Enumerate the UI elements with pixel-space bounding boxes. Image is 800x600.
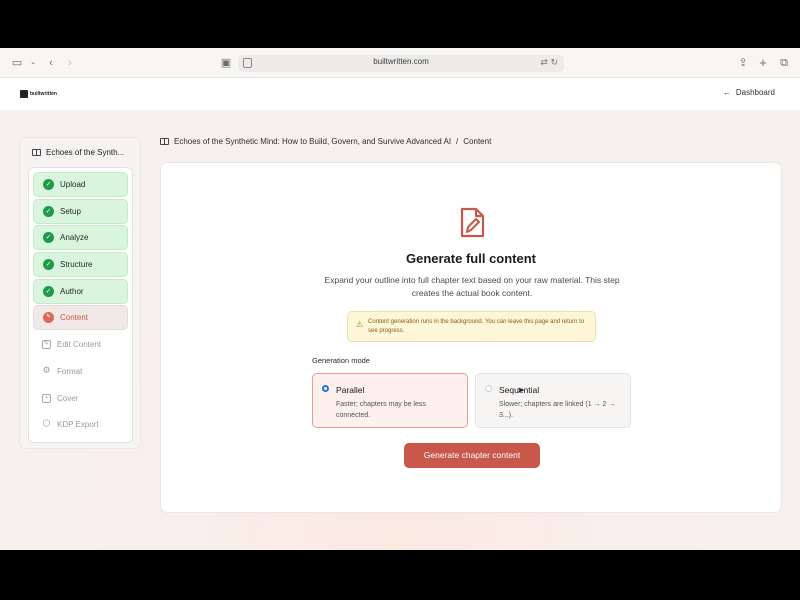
new-tab-icon[interactable]: + bbox=[756, 56, 770, 70]
forward-icon[interactable]: › bbox=[63, 56, 77, 70]
step-label: Analyze bbox=[60, 233, 89, 243]
breadcrumb-current: Content bbox=[463, 137, 492, 146]
step-upload[interactable]: ✓ Upload bbox=[33, 172, 128, 197]
book-icon bbox=[160, 138, 169, 145]
browser-window: ▭ ⌄ ‹ › ▣ builtwritten.com ⇄ ↻ ⇪ + ⧉ bui… bbox=[0, 48, 800, 550]
check-icon: ✓ bbox=[43, 179, 54, 190]
radio-selected[interactable] bbox=[322, 385, 329, 392]
step-analyze[interactable]: ✓ Analyze bbox=[33, 225, 128, 251]
url-text: builtwritten.com bbox=[373, 57, 429, 66]
package-icon: ⬡ bbox=[42, 418, 51, 429]
option-subtitle: Slower; chapters are linked (1 → 2 → 3..… bbox=[499, 401, 616, 419]
document-icon: ✎ bbox=[42, 340, 51, 350]
step-setup[interactable]: ✓ Setup bbox=[33, 198, 128, 224]
dashboard-link[interactable]: ← Dashboard bbox=[723, 88, 775, 97]
radio-unselected[interactable] bbox=[485, 385, 492, 392]
step-edit-content[interactable]: ✎ Edit Content bbox=[33, 332, 128, 357]
step-content[interactable]: ✎ Content bbox=[33, 305, 128, 331]
image-icon: ▪ bbox=[42, 393, 51, 403]
page-title: Generate full content bbox=[405, 251, 537, 266]
check-icon: ✓ bbox=[43, 285, 54, 297]
browser-toolbar: ▭ ⌄ ‹ › ▣ builtwritten.com ⇄ ↻ ⇪ + ⧉ bbox=[0, 48, 800, 78]
breadcrumb-book[interactable]: Echoes of the Synthetic Mind: How to Bui… bbox=[174, 137, 451, 146]
step-structure[interactable]: ✓ Structure bbox=[33, 252, 128, 278]
check-icon: ✓ bbox=[43, 205, 54, 217]
sidebar-book-title-text: Echoes of the Synth... bbox=[46, 148, 125, 157]
step-label: Format bbox=[57, 366, 83, 376]
step-label: Author bbox=[60, 286, 84, 296]
share-icon[interactable]: ⇪ bbox=[736, 56, 750, 70]
reader-icon[interactable]: ▣ bbox=[219, 56, 233, 70]
step-label: Content bbox=[60, 313, 89, 323]
app-header: builtwritten ← Dashboard bbox=[0, 79, 800, 110]
notice-text: Content generation runs in the backgroun… bbox=[368, 319, 585, 334]
arrow-left-icon: ← bbox=[722, 88, 731, 97]
check-icon: ✓ bbox=[43, 232, 54, 244]
mouse-cursor-icon: ➤ bbox=[517, 385, 525, 395]
book-sidebar: Echoes of the Synth... ✓ Upload ✓ Setup … bbox=[19, 137, 141, 449]
tabs-overview-icon[interactable]: ⧉ bbox=[777, 56, 791, 70]
reload-icon[interactable]: ⇄ ↻ bbox=[540, 57, 558, 68]
breadcrumb-separator: / bbox=[456, 137, 459, 146]
background-notice: ⚠ Content generation runs in the backgro… bbox=[347, 311, 596, 342]
mode-option-parallel[interactable]: Parallel Faster; chapters may be less co… bbox=[312, 373, 468, 428]
step-cover[interactable]: ▪ Cover bbox=[33, 386, 128, 411]
logo-text: builtwritten bbox=[30, 91, 57, 97]
generate-chapter-content-button[interactable]: Generate chapter content bbox=[404, 443, 540, 468]
sidebar-toggle-icon[interactable]: ▭ bbox=[10, 56, 24, 70]
mode-option-sequential[interactable]: Sequential Slower; chapters are linked (… bbox=[475, 373, 631, 428]
sidebar-book-title: Echoes of the Synth... bbox=[32, 148, 124, 157]
step-label: KDP Export bbox=[57, 420, 99, 430]
step-label: Edit Content bbox=[57, 340, 102, 350]
step-list: ✓ Upload ✓ Setup ✓ Analyze ✓ Structure ✓… bbox=[28, 167, 133, 443]
dashboard-link-label: Dashboard bbox=[735, 88, 775, 97]
document-edit-icon bbox=[460, 207, 485, 238]
step-author[interactable]: ✓ Author bbox=[33, 278, 128, 304]
content-card: Generate full content Expand your outlin… bbox=[160, 162, 782, 513]
app-logo[interactable]: builtwritten bbox=[20, 89, 57, 99]
breadcrumb: Echoes of the Synthetic Mind: How to Bui… bbox=[160, 137, 491, 146]
gear-icon: ⚙ bbox=[42, 364, 51, 375]
book-icon bbox=[32, 149, 41, 156]
page-description: Expand your outline into full chapter te… bbox=[324, 275, 620, 298]
warning-icon: ⚠ bbox=[356, 320, 364, 329]
step-kdp-export[interactable]: ⬡ KDP Export bbox=[33, 412, 128, 437]
document-edit-icon: ✎ bbox=[43, 312, 54, 324]
generation-mode-label: Generation mode bbox=[312, 356, 370, 365]
step-label: Structure bbox=[60, 260, 93, 270]
step-label: Setup bbox=[60, 206, 81, 216]
step-format[interactable]: ⚙ Format bbox=[33, 359, 128, 384]
option-title: Parallel bbox=[336, 385, 365, 395]
check-icon: ✓ bbox=[43, 259, 54, 271]
step-label: Cover bbox=[57, 393, 79, 403]
back-icon[interactable]: ‹ bbox=[44, 56, 58, 70]
option-subtitle: Faster; chapters may be less connected. bbox=[336, 401, 426, 419]
chevron-down-icon[interactable]: ⌄ bbox=[26, 56, 40, 70]
logo-icon bbox=[20, 90, 28, 98]
address-bar[interactable]: builtwritten.com ⇄ ↻ bbox=[238, 55, 564, 72]
step-label: Upload bbox=[60, 180, 86, 189]
